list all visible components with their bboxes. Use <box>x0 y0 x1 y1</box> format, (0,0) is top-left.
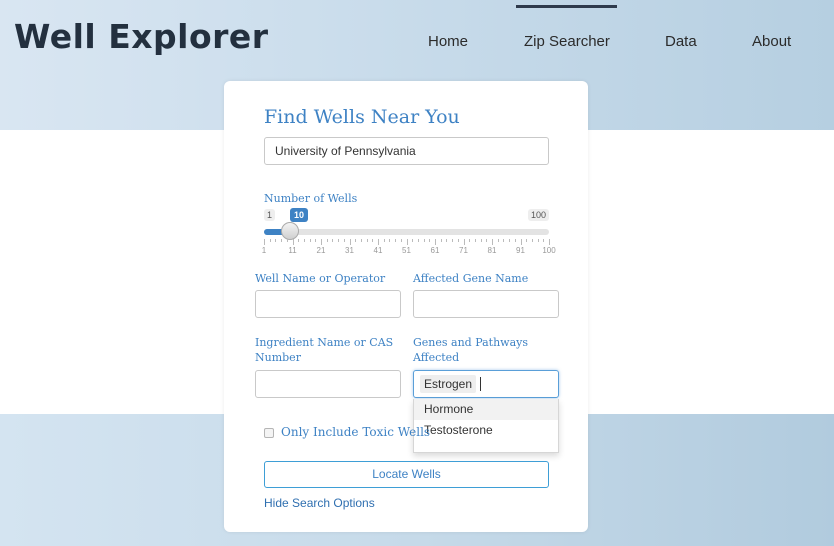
slider-minor-tick <box>332 239 334 242</box>
slider-minor-tick <box>395 239 397 242</box>
slider-major-tick <box>349 239 351 245</box>
slider-tick-label: 100 <box>542 246 556 255</box>
nav-zip-searcher[interactable]: Zip Searcher <box>524 33 610 50</box>
slider-minor-tick <box>531 239 533 242</box>
slider-track[interactable] <box>264 229 549 235</box>
slider-minor-tick <box>457 239 459 242</box>
slider-minor-tick <box>469 239 471 242</box>
slider-minor-tick <box>298 239 300 242</box>
top-nav: Home Zip Searcher Data About <box>0 0 834 80</box>
slider-minor-tick <box>389 239 391 242</box>
slider-minor-tick <box>383 239 385 242</box>
slider-minor-tick <box>486 239 488 242</box>
slider-tick-label: 91 <box>516 246 525 255</box>
slider-minor-tick <box>281 239 283 242</box>
slider-minor-tick <box>372 239 374 242</box>
pathways-dropdown: Hormone Testosterone <box>413 399 559 453</box>
well-name-label: Well Name or Operator <box>255 272 386 285</box>
slider-major-tick <box>435 239 436 245</box>
slider-minor-tick <box>400 239 402 242</box>
nav-data[interactable]: Data <box>665 33 697 50</box>
nav-about[interactable]: About <box>752 33 791 50</box>
slider-minor-tick <box>275 239 277 242</box>
dropdown-option-hormone[interactable]: Hormone <box>414 399 558 420</box>
slider-tick-label: 71 <box>459 246 468 255</box>
slider-minor-tick <box>286 239 288 242</box>
slider-minor-tick <box>303 239 305 242</box>
slider-tick-label: 51 <box>402 246 411 255</box>
pathway-token-estrogen[interactable]: Estrogen <box>420 375 477 393</box>
slider-major-tick <box>492 239 493 245</box>
pathways-input[interactable]: Estrogen <box>413 370 559 398</box>
pathways-label-line-2: Affected <box>413 351 460 364</box>
slider-tick-label: 41 <box>373 246 383 255</box>
slider-minor-tick <box>514 239 516 242</box>
slider-minor-tick <box>343 239 345 242</box>
pathways-label: Genes and Pathways Affected <box>413 335 528 365</box>
location-input[interactable]: University of Pennsylvania <box>264 137 549 165</box>
slider-minor-tick <box>269 239 271 242</box>
locate-wells-button[interactable]: Locate Wells <box>264 461 549 488</box>
slider-minor-tick <box>537 239 539 242</box>
number-of-wells-label: Number of Wells <box>264 192 358 205</box>
card-title: Find Wells Near You <box>264 106 460 128</box>
slider-minor-tick <box>509 239 511 242</box>
pathways-label-line-1: Genes and Pathways <box>413 336 529 349</box>
slider-minor-tick <box>412 239 414 242</box>
search-card: Find Wells Near You University of Pennsy… <box>224 81 588 532</box>
slider-major-tick <box>463 239 465 245</box>
slider-minor-tick <box>423 239 425 242</box>
slider-minor-tick <box>429 239 431 242</box>
slider-minor-tick <box>309 239 311 242</box>
text-caret <box>480 376 482 391</box>
ingredient-input[interactable] <box>255 370 401 398</box>
ingredient-label-line-2: Number <box>255 351 301 364</box>
slider-minor-tick <box>503 239 505 242</box>
ingredient-label-line-1: Ingredient Name or CAS <box>255 336 394 349</box>
nav-active-indicator <box>516 5 617 8</box>
slider-tick-label: 1 <box>261 246 267 255</box>
slider-value-badge: 10 <box>290 208 309 222</box>
slider-tick-label: 11 <box>288 246 297 255</box>
slider-max-label: 100 <box>528 209 550 221</box>
toxic-checkbox[interactable] <box>264 428 274 438</box>
gene-name-label: Affected Gene Name <box>413 272 529 285</box>
slider-tick-label: 21 <box>316 246 326 255</box>
slider-minor-tick <box>474 239 476 242</box>
slider-minor-tick <box>366 239 368 242</box>
slider-major-tick <box>292 239 294 245</box>
slider-major-tick <box>378 239 379 245</box>
ingredient-label: Ingredient Name or CAS Number <box>255 335 393 365</box>
slider-tick-label: 81 <box>487 246 497 255</box>
toxic-checkbox-label[interactable]: Only Include Toxic Wells <box>281 425 430 440</box>
slider-minor-tick <box>543 239 545 242</box>
gene-name-input[interactable] <box>413 290 559 318</box>
slider-minor-tick <box>526 239 528 242</box>
slider-minor-tick <box>355 239 357 242</box>
slider-major-tick <box>549 239 550 245</box>
slider-major-tick <box>520 239 522 245</box>
slider-minor-tick <box>360 239 362 242</box>
slider-minor-tick <box>497 239 499 242</box>
slider-minor-tick <box>452 239 454 242</box>
dropdown-option-testosterone[interactable]: Testosterone <box>414 420 558 441</box>
slider-minor-tick <box>326 239 328 242</box>
hide-search-options-link[interactable]: Hide Search Options <box>264 496 375 510</box>
slider-min-label: 1 <box>264 209 276 221</box>
slider-major-tick <box>264 239 265 245</box>
slider-minor-tick <box>446 239 448 242</box>
slider-minor-tick <box>417 239 419 242</box>
slider-handle[interactable] <box>280 222 299 240</box>
slider-minor-tick <box>440 239 442 242</box>
slider-minor-tick <box>338 239 340 242</box>
slider-minor-tick <box>480 239 482 242</box>
slider-tick-label: 61 <box>430 246 440 255</box>
slider-minor-tick <box>315 239 317 242</box>
slider-tick-label: 31 <box>345 246 354 255</box>
well-name-input[interactable] <box>255 290 401 318</box>
nav-home[interactable]: Home <box>428 33 468 50</box>
slider-major-tick <box>406 239 408 245</box>
slider-major-tick <box>321 239 322 245</box>
